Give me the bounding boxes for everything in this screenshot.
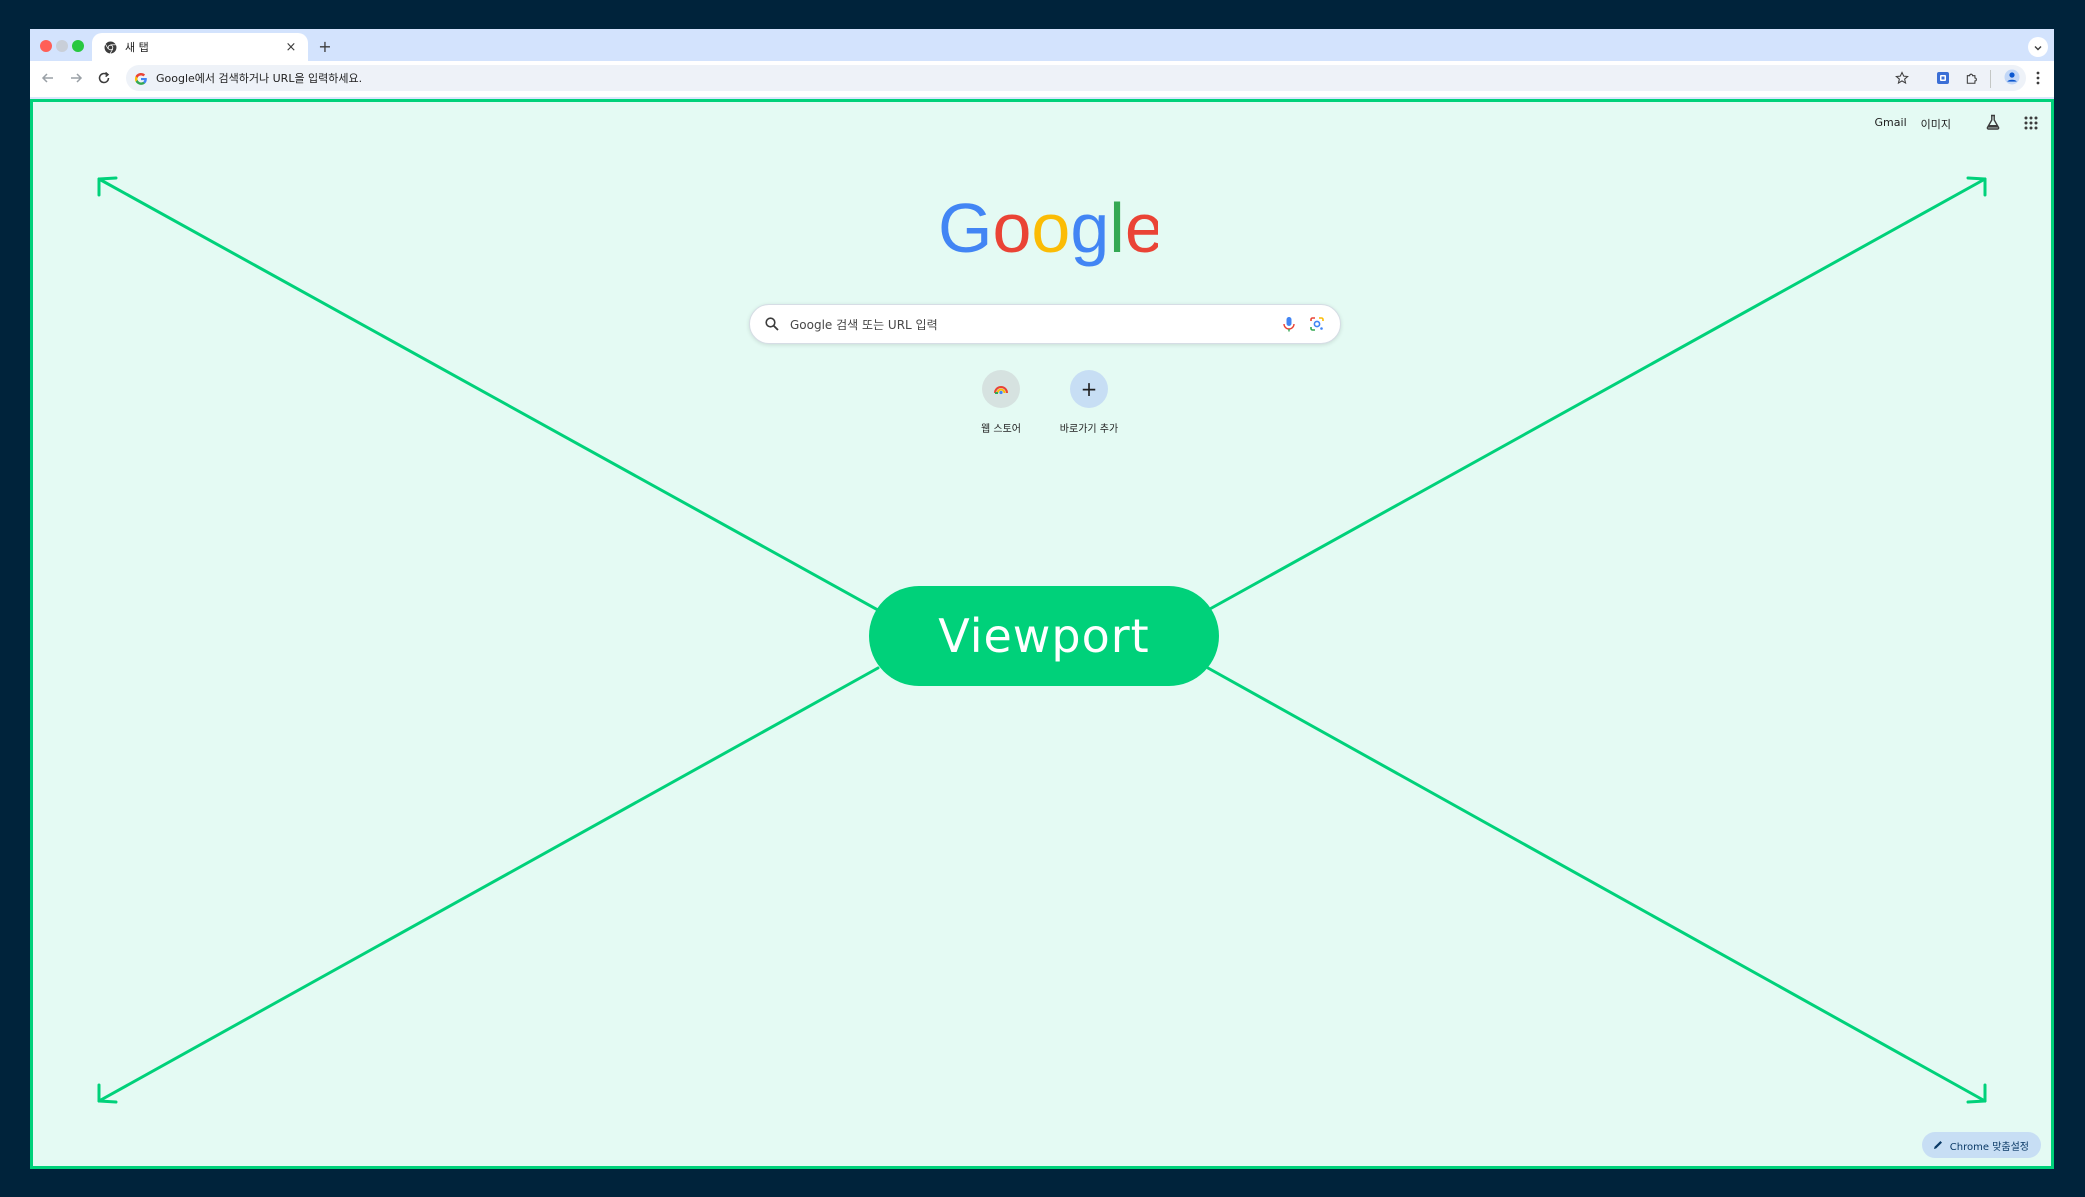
extension-action-button[interactable] [1933,69,1953,89]
browser-window: 새 탭 × + Google에서 검색하거나 URL을 입력하세요. Gmail… [30,29,2054,1169]
arrow-bottom-left [97,666,880,1103]
back-arrow-icon [41,70,55,89]
tab-title: 새 탭 [125,41,149,54]
profile-button[interactable] [2002,69,2022,89]
google-g-icon [134,71,148,85]
extension-icon [1936,70,1950,89]
profile-icon [2004,69,2020,89]
viewport: Gmail 이미지 Google Google 검색 또는 URL 입력 웹 스… [30,99,2054,1169]
chrome-menu-button[interactable] [2028,69,2048,89]
maximize-window-button[interactable] [72,40,84,52]
toolbar: Google에서 검색하거나 URL을 입력하세요. [30,61,2054,97]
address-bar[interactable]: Google에서 검색하거나 URL을 입력하세요. [126,65,2026,91]
bookmark-button[interactable] [1892,69,1912,89]
close-icon[interactable]: × [282,38,300,56]
chrome-icon [104,41,117,54]
new-tab-button[interactable]: + [314,35,336,57]
customize-chrome-button[interactable]: Chrome 맞춤설정 [1921,1132,2041,1158]
puzzle-icon [1965,70,1979,89]
reload-icon [97,70,111,89]
back-button[interactable] [38,69,58,89]
reload-button[interactable] [94,69,114,89]
address-bar-text: Google에서 검색하거나 URL을 입력하세요. [156,72,363,85]
arrow-top-left [97,177,880,612]
minimize-window-button[interactable] [56,40,68,52]
tab-search-button[interactable] [2028,37,2048,57]
chevron-down-icon [2033,38,2043,57]
tab-new-tab[interactable]: 새 탭 × [92,33,308,61]
arrow-top-right [1206,177,1987,612]
viewport-label: Viewport [869,586,1219,686]
tab-strip: 새 탭 × + [30,29,2054,61]
forward-button[interactable] [66,69,86,89]
close-window-button[interactable] [40,40,52,52]
star-icon [1895,70,1909,89]
pencil-icon [1932,1139,1944,1151]
customize-label: Chrome 맞춤설정 [1949,1141,2029,1153]
forward-arrow-icon [69,70,83,89]
arrow-bottom-right [1206,666,1987,1103]
kebab-menu-icon [2036,70,2040,89]
toolbar-divider [1990,70,1991,88]
extensions-menu-button[interactable] [1962,69,1982,89]
